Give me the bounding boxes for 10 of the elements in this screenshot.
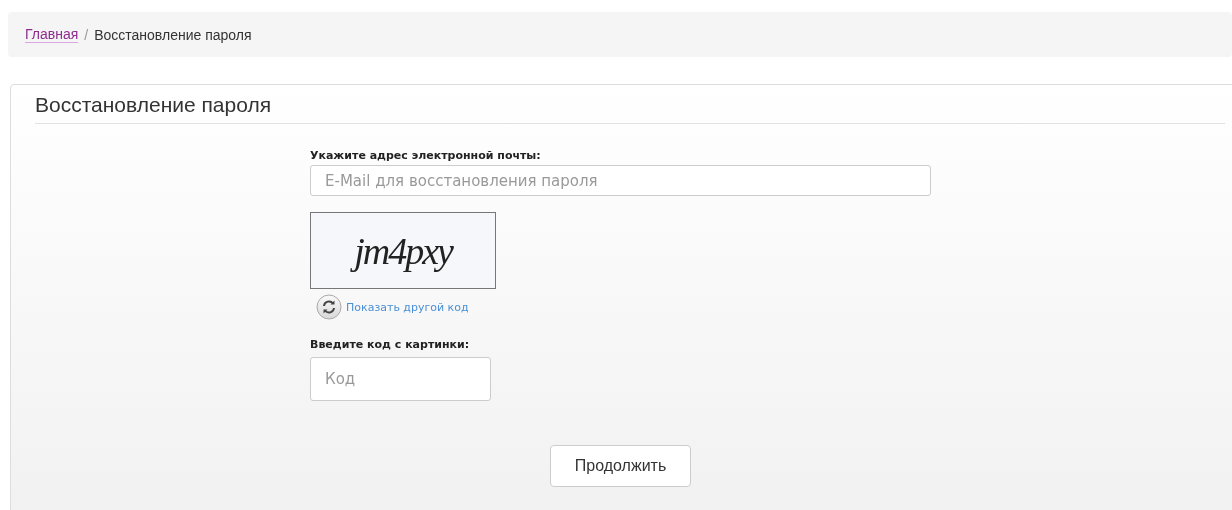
refresh-icon[interactable]: [316, 294, 342, 320]
code-label: Введите код с картинки:: [310, 338, 470, 351]
breadcrumb-separator: /: [84, 26, 89, 43]
email-label: Укажите адрес электронной почты:: [310, 149, 541, 162]
code-field[interactable]: Код: [310, 357, 491, 401]
panel-title: Восстановление пароля: [35, 93, 1225, 124]
breadcrumb-link[interactable]: Главная: [25, 26, 79, 43]
continue-button[interactable]: Продолжить: [550, 445, 691, 487]
breadcrumb-current: Восстановление пароля: [94, 26, 252, 43]
email-field[interactable]: E-Mail для восстановления пароля: [310, 165, 931, 196]
